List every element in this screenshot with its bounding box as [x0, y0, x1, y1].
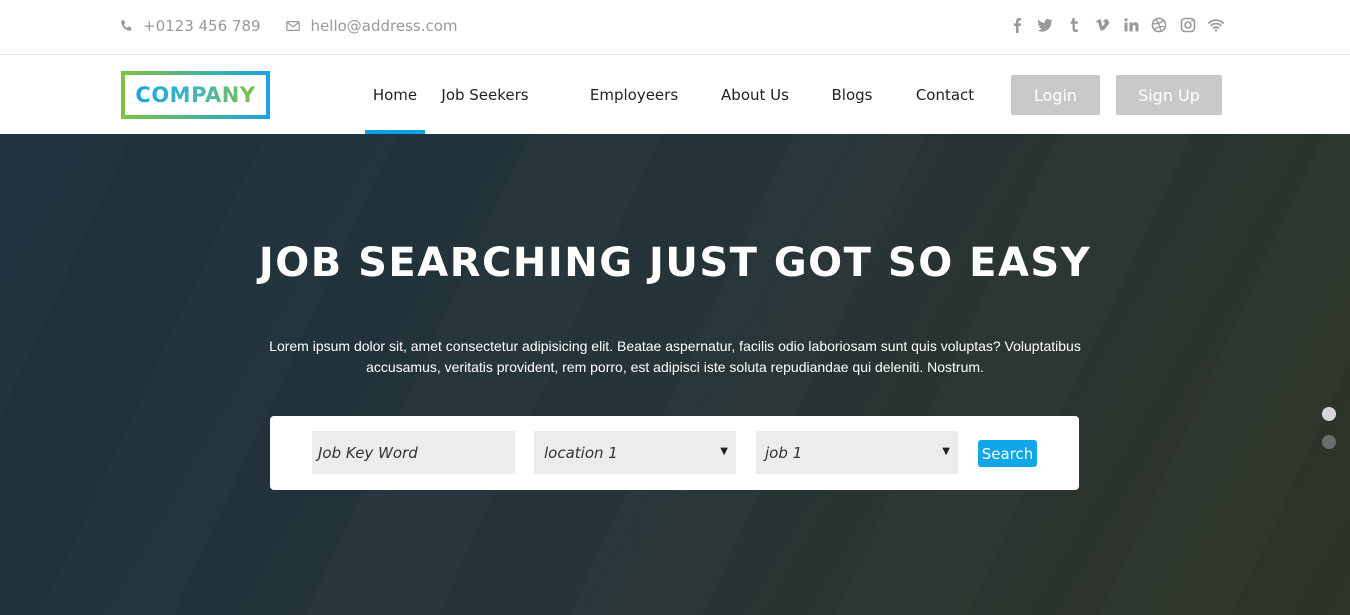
dribbble-icon[interactable]	[1151, 16, 1167, 34]
envelope-icon	[285, 21, 300, 31]
linkedin-icon[interactable]	[1123, 16, 1139, 34]
rss-icon[interactable]	[1208, 16, 1224, 34]
company-logo[interactable]: COMPANY	[121, 71, 270, 119]
twitter-icon[interactable]	[1037, 16, 1053, 34]
social-links	[996, 16, 1224, 34]
signup-button[interactable]: Sign Up	[1116, 75, 1222, 115]
logo-text: COMPANY	[135, 83, 256, 107]
job-keyword-input[interactable]: Job Key Word	[312, 431, 515, 474]
contact-info: +0123 456 789 hello@address.com	[119, 17, 482, 35]
nav-item-home[interactable]: Home	[365, 55, 425, 134]
search-button[interactable]: Search	[978, 440, 1037, 467]
instagram-icon[interactable]	[1180, 16, 1196, 34]
nav-item-job-seekers[interactable]: Job Seekers	[441, 55, 528, 134]
nav-item-contact[interactable]: Contact	[915, 55, 975, 134]
main-navbar: COMPANY Home Job Seekers Employeers Abou…	[0, 55, 1350, 134]
nav-menu: Home Job Seekers Employeers About Us Blo…	[365, 55, 975, 134]
job-select[interactable]: job 1 ▼	[756, 431, 958, 474]
facebook-icon[interactable]	[1009, 16, 1025, 34]
phone-item: +0123 456 789	[119, 17, 261, 35]
slider-dot-active[interactable]	[1322, 407, 1336, 421]
vimeo-icon[interactable]	[1094, 16, 1110, 34]
top-info-bar: +0123 456 789 hello@address.com	[0, 0, 1350, 55]
dropdown-arrow-icon: ▼	[942, 446, 950, 457]
slider-pagination	[1322, 407, 1336, 463]
location-select[interactable]: location 1 ▼	[534, 431, 736, 474]
phone-icon	[121, 20, 132, 31]
email-address[interactable]: hello@address.com	[311, 17, 458, 35]
email-item[interactable]: hello@address.com	[285, 17, 458, 35]
nav-item-about-us[interactable]: About Us	[720, 55, 790, 134]
nav-item-employeers[interactable]: Employeers	[590, 55, 678, 134]
phone-number: +0123 456 789	[143, 17, 261, 35]
dropdown-arrow-icon: ▼	[720, 446, 728, 457]
job-selected-value: job 1	[765, 443, 803, 462]
slider-dot[interactable]	[1322, 435, 1336, 449]
hero-description: Lorem ipsum dolor sit, amet consectetur …	[269, 338, 1081, 375]
login-button[interactable]: Login	[1011, 75, 1100, 115]
nav-item-job-seekers-label: Job Seekers	[441, 85, 529, 104]
job-search-form: Job Key Word location 1 ▼ job 1 ▼ Search	[270, 416, 1079, 490]
hero-title: JOB SEARCHING JUST GOT SO EASY	[258, 240, 1092, 286]
tumblr-icon[interactable]	[1066, 16, 1082, 34]
nav-item-blogs[interactable]: Blogs	[830, 55, 874, 134]
location-selected-value: location 1	[544, 443, 618, 462]
hero-section: JOB SEARCHING JUST GOT SO EASY Lorem ips…	[0, 134, 1350, 615]
